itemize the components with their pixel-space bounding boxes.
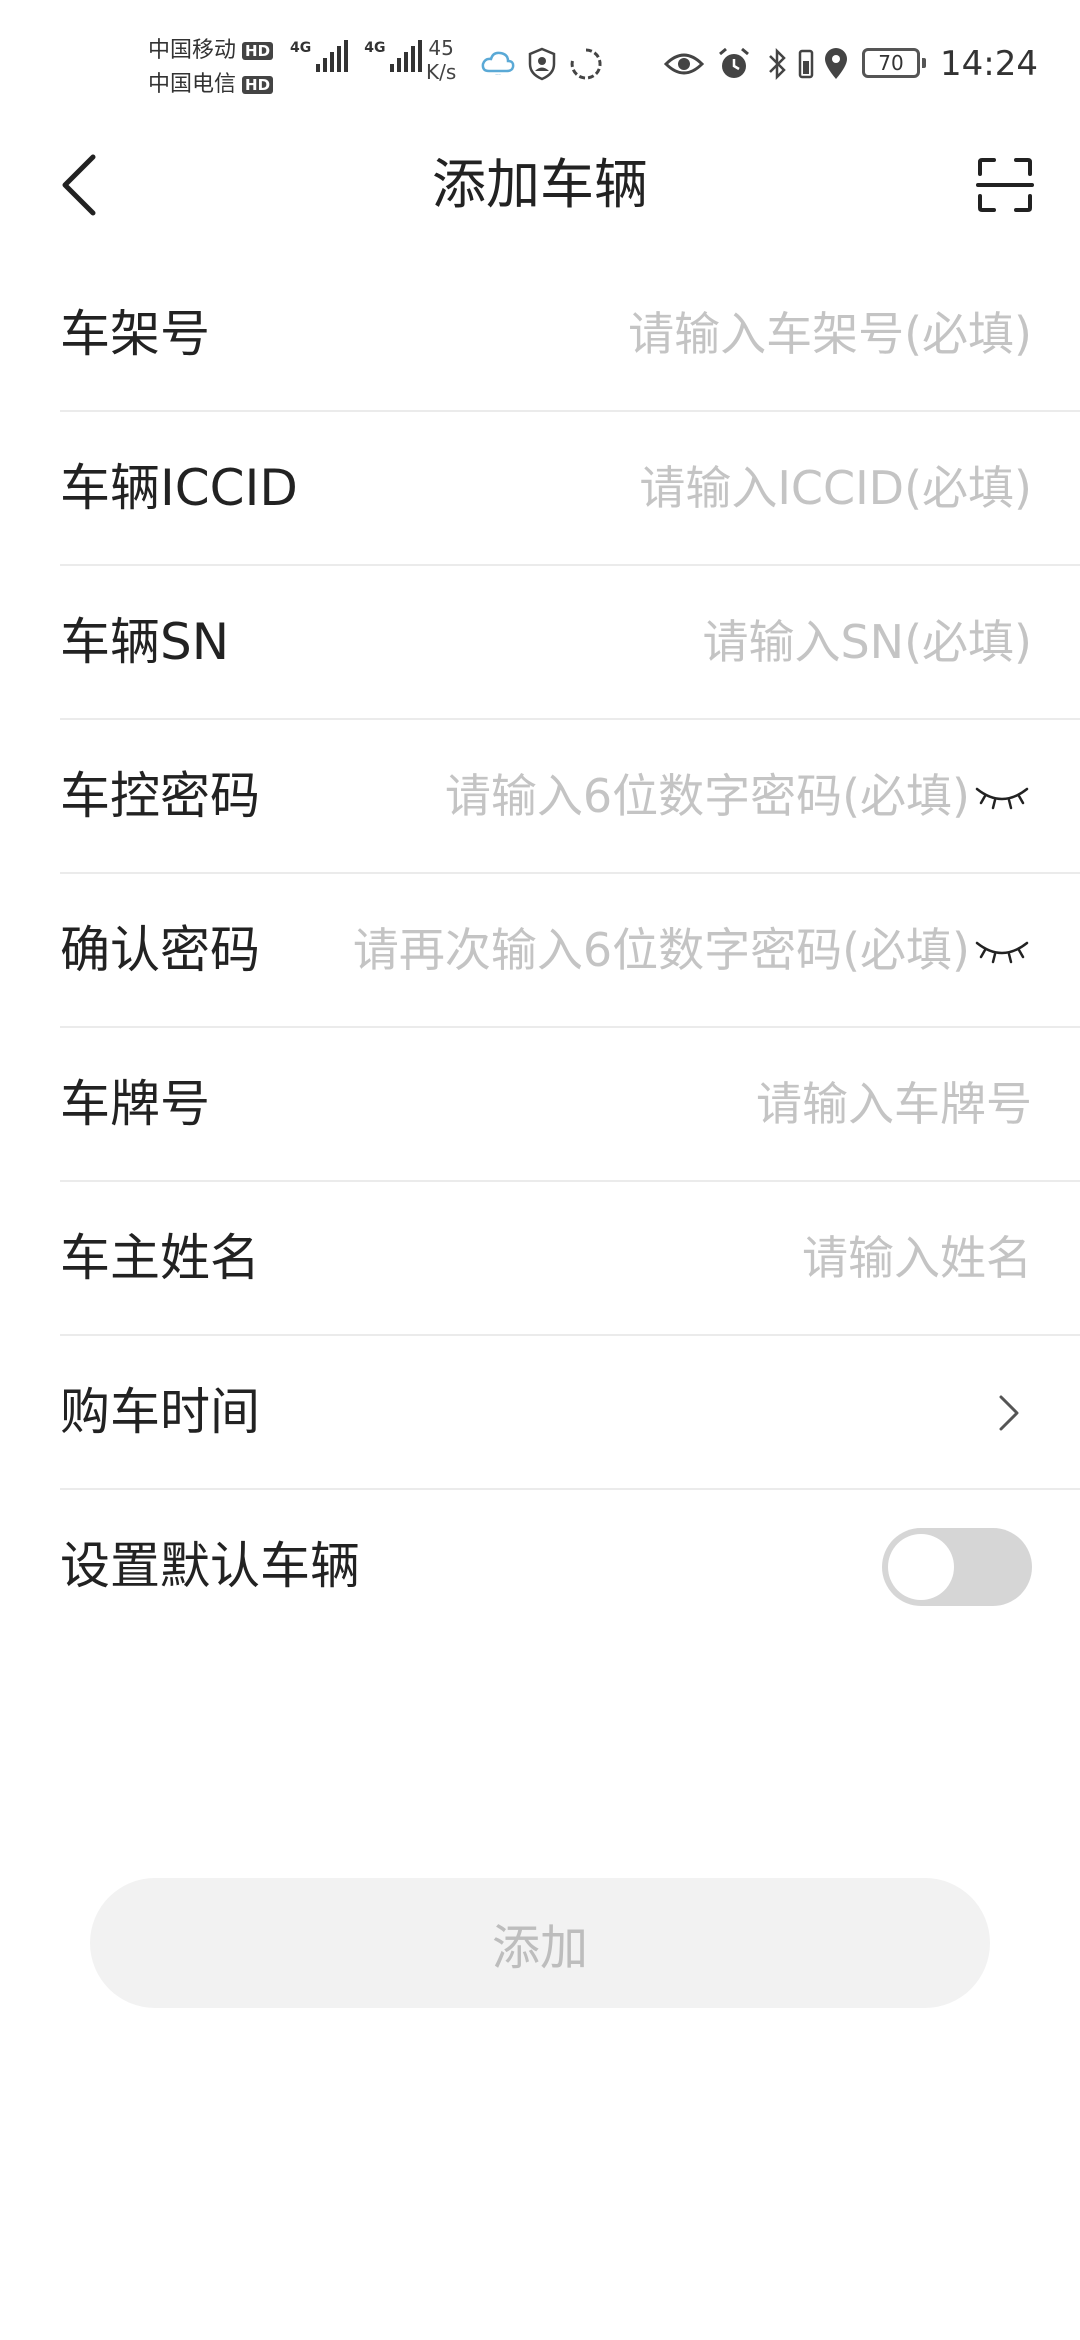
signal-strength-icon: 4G — [290, 40, 349, 72]
nav-bar: 添加车辆 — [0, 130, 1080, 240]
iccid-input[interactable] — [412, 452, 1032, 524]
iccid-row: 车辆ICCID — [60, 412, 1080, 566]
hd-badge: HD — [242, 76, 274, 94]
password-visibility-toggle[interactable] — [972, 774, 1032, 818]
network-speed: 45 K/s — [426, 36, 456, 84]
scan-icon — [976, 158, 1034, 212]
speed-value: 45 — [428, 36, 454, 60]
default-vehicle-label: 设置默认车辆 — [60, 1537, 360, 1595]
chevron-right-icon — [999, 1395, 1019, 1431]
eye-closed-icon — [975, 787, 1029, 810]
clock: 14:24 — [940, 44, 1038, 84]
hd-badge: HD — [242, 42, 274, 60]
carrier-name: 中国电信 — [148, 72, 237, 97]
speed-unit: K/s — [426, 60, 457, 84]
confirm-password-row: 确认密码 — [60, 874, 1080, 1028]
password-label: 车控密码 — [60, 767, 260, 825]
scan-button[interactable] — [970, 150, 1040, 220]
plate-label: 车牌号 — [60, 1075, 210, 1133]
password-row: 车控密码 — [60, 720, 1080, 874]
shield-icon — [522, 44, 562, 84]
cloud-icon: ··· — [478, 44, 518, 84]
location-icon — [816, 44, 856, 84]
iccid-label: 车辆ICCID — [60, 459, 298, 517]
plate-input[interactable] — [412, 1068, 1032, 1140]
confirm-password-visibility-toggle[interactable] — [972, 928, 1032, 972]
vin-row: 车架号 — [60, 258, 1080, 412]
network-type: 4G — [290, 40, 312, 56]
purchase-time-row[interactable]: 购车时间 — [60, 1336, 1080, 1490]
status-bar: 中国移动 HD 中国电信 HD 4G 4G 45 K/s ··· 70 14:2… — [0, 0, 1080, 130]
vehicle-form: 车架号 车辆ICCID 车辆SN 车控密码 确认密码 车牌号 — [0, 258, 1080, 1644]
confirm-password-input[interactable] — [290, 914, 970, 986]
purchase-time-picker[interactable] — [984, 1388, 1034, 1438]
default-vehicle-toggle[interactable] — [882, 1528, 1032, 1606]
signal-indicators: 4G 4G — [290, 40, 423, 72]
carrier-2: 中国电信 HD — [148, 68, 274, 102]
add-button[interactable]: 添加 — [90, 1878, 990, 2008]
owner-name-row: 车主姓名 — [60, 1182, 1080, 1336]
eye-closed-icon — [975, 941, 1029, 964]
vin-input[interactable] — [412, 298, 1032, 370]
carrier-info: 中国移动 HD 中国电信 HD — [148, 34, 274, 102]
battery-indicator: 70 — [862, 48, 926, 78]
owner-name-input[interactable] — [412, 1222, 1032, 1294]
signal-strength-icon: 4G — [364, 40, 423, 72]
owner-name-label: 车主姓名 — [60, 1229, 260, 1287]
vin-label: 车架号 — [60, 305, 210, 363]
purchase-time-label: 购车时间 — [60, 1383, 260, 1441]
sn-row: 车辆SN — [60, 566, 1080, 720]
svg-text:···: ··· — [495, 72, 501, 79]
toggle-knob — [888, 1534, 954, 1600]
plate-row: 车牌号 — [60, 1028, 1080, 1182]
password-input[interactable] — [370, 760, 970, 832]
carrier-1: 中国移动 HD — [148, 34, 274, 68]
carrier-name: 中国移动 — [148, 38, 237, 63]
page-title: 添加车辆 — [432, 153, 648, 216]
sn-label: 车辆SN — [60, 613, 230, 671]
alarm-icon — [714, 44, 754, 84]
network-type: 4G — [364, 40, 386, 56]
battery-level: 70 — [878, 51, 904, 75]
confirm-password-label: 确认密码 — [60, 921, 260, 979]
sn-input[interactable] — [412, 606, 1032, 678]
eye-icon — [664, 44, 704, 84]
loading-icon — [566, 44, 606, 84]
default-vehicle-row: 设置默认车辆 — [60, 1490, 1080, 1644]
